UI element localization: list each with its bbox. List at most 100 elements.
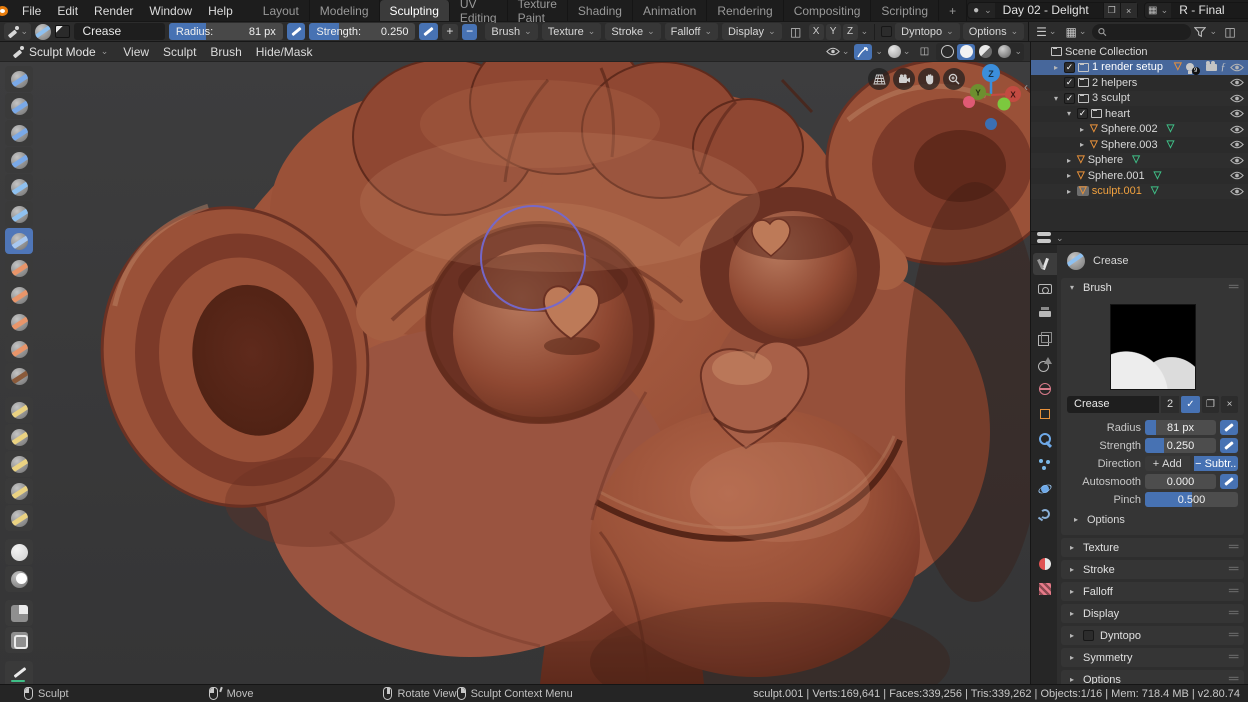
expander-icon[interactable]: ▾ (1051, 94, 1061, 103)
sculpt-tool-button[interactable] (5, 505, 33, 531)
direction-subtract-button[interactable]: − Subtr.. (1193, 456, 1238, 471)
panel-header[interactable]: ▸ Options == (1061, 670, 1244, 684)
property-slider[interactable]: 0.250 (1145, 438, 1216, 453)
workspace-tab[interactable]: Animation (632, 0, 708, 21)
scene-copy-button[interactable]: ❐ (1102, 3, 1120, 18)
menu-item[interactable]: Help (200, 4, 241, 18)
options-subpanel-header[interactable]: ▸ Options (1067, 511, 1238, 528)
sculpt-tool-button[interactable] (5, 282, 33, 308)
brush-name-field[interactable]: Crease (74, 23, 165, 40)
viewport-menu-item[interactable]: View (116, 45, 156, 59)
sculpt-tool-button[interactable] (5, 397, 33, 423)
workspace-tab[interactable]: Compositing (783, 0, 872, 21)
properties-tab[interactable] (1033, 478, 1057, 500)
outliner-item-label[interactable]: sculpt.001 (1092, 185, 1142, 197)
properties-tab[interactable] (1033, 353, 1057, 375)
workspace-tab[interactable]: Sculpting (379, 0, 450, 21)
shading-solid-button[interactable] (957, 43, 976, 60)
sculpture-canvas[interactable] (0, 62, 1030, 684)
sculpt-tool-button[interactable] (5, 201, 33, 227)
symmetry-axis-toggle[interactable]: X (808, 23, 824, 40)
expander-icon[interactable]: ▸ (1051, 63, 1061, 72)
panel-header[interactable]: ▸ Symmetry == (1061, 648, 1244, 667)
shading-wireframe-button[interactable] (938, 44, 956, 60)
outliner-item-label[interactable]: 3 sculpt (1092, 92, 1130, 104)
brush-preview-image[interactable] (1109, 304, 1196, 390)
outliner-row[interactable]: ▾ ▽ heart ▽ ▽ 9 ƒ (1031, 106, 1248, 122)
sculpt-tool-button[interactable] (5, 174, 33, 200)
scene-delete-button[interactable]: × (1119, 3, 1137, 18)
properties-tab[interactable] (1033, 453, 1057, 475)
properties-tab[interactable] (1033, 253, 1057, 275)
tool-presets-dropdown[interactable]: ⌄ (4, 23, 32, 40)
outliner-row[interactable]: ▸ ▽ sculpt.001 ▽ ▽ 9 ƒ (1031, 183, 1248, 199)
pressure-toggle[interactable] (1220, 438, 1238, 453)
camera-view-button[interactable] (893, 68, 915, 90)
sculpt-tool-button[interactable] (5, 66, 33, 92)
outliner-item-label[interactable]: Sphere (1088, 154, 1123, 166)
visibility-toggle[interactable] (1230, 63, 1244, 72)
property-slider[interactable]: 0.500 (1145, 492, 1238, 507)
workspace-tab[interactable]: Rendering (707, 0, 784, 21)
editor-type-dropdown[interactable]: ☰ ⌄ (1033, 23, 1059, 40)
chevron-down-icon[interactable]: ⌄ (1014, 46, 1022, 57)
gizmo-x-negative[interactable] (963, 96, 975, 108)
outliner-item-label[interactable]: heart (1105, 108, 1130, 120)
outliner-item-label[interactable]: 1 render setup (1092, 61, 1163, 73)
outliner-row[interactable]: ▽ 2 helpers ▽ ▽ 9 ƒ (1031, 75, 1248, 91)
shading-rendered-button[interactable] (995, 44, 1013, 60)
shading-material-button[interactable] (976, 44, 994, 60)
expander-icon[interactable]: ▸ (1077, 140, 1087, 149)
outliner-search[interactable] (1092, 23, 1192, 40)
properties-tab[interactable] (1033, 328, 1057, 350)
outliner-row[interactable]: ▸ ▽ Sphere ▽ ▽ 9 ƒ (1031, 152, 1248, 168)
property-slider[interactable]: 0.000 (1145, 474, 1216, 489)
visibility-toggle[interactable] (1230, 187, 1244, 196)
viewport-3d[interactable]: Sculpt Mode ⌄ View Sculpt Brush Hide/Mask ⌄… (0, 42, 1030, 684)
tool-dropdown[interactable]: Falloff ⌄ (664, 23, 718, 40)
new-collection-button[interactable]: ◫ (1220, 23, 1240, 40)
menu-item[interactable]: File (14, 4, 49, 18)
brush-users-count[interactable]: 2 (1161, 396, 1179, 413)
sculpt-tool-button[interactable] (5, 363, 33, 389)
chevron-down-icon[interactable]: ⌄ (861, 26, 869, 37)
strength-pressure-toggle[interactable] (419, 23, 439, 40)
sculpt-tool-button[interactable] (5, 120, 33, 146)
panel-header[interactable]: ▸ Display == (1061, 604, 1244, 623)
viewport-menu-item[interactable]: Sculpt (156, 45, 203, 59)
expander-icon[interactable]: ▸ (1064, 171, 1074, 180)
options-dropdown[interactable]: Options ⌄ (962, 23, 1025, 40)
sculpt-tool-button[interactable] (5, 336, 33, 362)
collection-checkbox[interactable] (1064, 92, 1075, 104)
sculpt-tool-button[interactable] (5, 539, 33, 565)
unlink-brush-button[interactable]: × (1221, 396, 1238, 413)
direction-add-button[interactable]: + (442, 23, 458, 40)
outliner-item-label[interactable]: Sphere.001 (1088, 170, 1145, 182)
sculpt-tool-button[interactable] (5, 661, 33, 684)
dyntopo-checkbox[interactable] (881, 26, 893, 37)
panel-header[interactable]: ▸ Texture == (1061, 538, 1244, 557)
menu-item[interactable]: Render (86, 4, 141, 18)
brush-name-input[interactable]: Crease (1067, 396, 1159, 413)
outliner-item-label[interactable]: Sphere.003 (1101, 139, 1158, 151)
collection-checkbox[interactable] (1064, 61, 1075, 73)
brush-texture-icon[interactable] (54, 25, 71, 38)
sculpt-tool-button[interactable] (5, 93, 33, 119)
menu-item[interactable]: Edit (49, 4, 86, 18)
sculpt-tool-button[interactable] (5, 600, 33, 626)
workspace-tab[interactable]: UV Editing (449, 0, 508, 25)
fake-user-toggle[interactable]: ✓ (1181, 396, 1200, 413)
viewport-menu-item[interactable]: Hide/Mask (249, 45, 320, 59)
panel-header[interactable]: ▸ Falloff == (1061, 582, 1244, 601)
properties-tab[interactable] (1033, 578, 1057, 600)
scene-name[interactable]: Day 02 - Delight (994, 3, 1103, 18)
visibility-toggle[interactable] (1230, 156, 1244, 165)
tool-dropdown[interactable]: Texture ⌄ (541, 23, 602, 40)
properties-tab[interactable] (1033, 378, 1057, 400)
outliner-item-label[interactable]: Sphere.002 (1101, 123, 1158, 135)
expander-icon[interactable]: ▸ (1064, 187, 1074, 196)
properties-tab[interactable] (1033, 553, 1057, 575)
expander-icon[interactable]: ▾ (1064, 109, 1074, 118)
pressure-toggle[interactable] (1220, 420, 1238, 435)
pan-view-button[interactable] (918, 68, 940, 90)
